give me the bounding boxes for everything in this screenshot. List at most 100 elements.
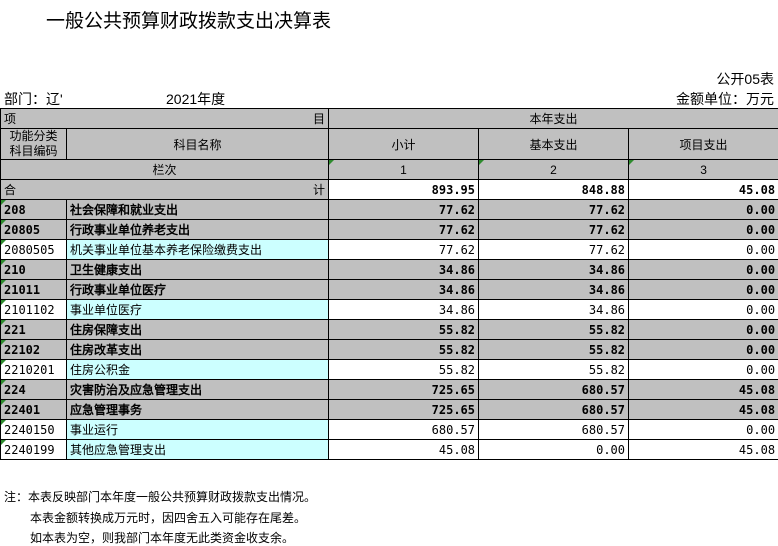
row-project: 45.08 — [629, 400, 778, 420]
header-lanci: 栏次 — [1, 160, 329, 180]
row-subtotal: 55.82 — [329, 340, 479, 360]
report-year: 2021年度 — [166, 89, 225, 109]
row-name: 事业单位医疗 — [67, 300, 329, 320]
form-code: 公开05表 — [716, 69, 774, 89]
row-code: 2210201 — [1, 360, 67, 380]
header-current-year: 本年支出 — [329, 109, 778, 129]
total-label: 合 计 — [1, 180, 329, 200]
row-subtotal: 725.65 — [329, 380, 479, 400]
table-row: 20805行政事业单位养老支出77.6277.620.00 — [1, 220, 778, 240]
row-project: 0.00 — [629, 340, 778, 360]
row-subtotal: 34.86 — [329, 260, 479, 280]
header-project: 项目支出 — [629, 129, 778, 160]
table-row: 2240199其他应急管理支出45.080.0045.08 — [1, 440, 778, 460]
row-name: 行政事业单位养老支出 — [67, 220, 329, 240]
row-project: 45.08 — [629, 440, 778, 460]
row-code: 221 — [1, 320, 67, 340]
row-subtotal: 77.62 — [329, 240, 479, 260]
expenditure-table: 项 目 本年支出 功能分类 科目编码 科目名称 小计 基本支出 项目支出 栏次 … — [0, 108, 778, 460]
table-row: 2210201住房公积金55.8255.820.00 — [1, 360, 778, 380]
row-code: 2080505 — [1, 240, 67, 260]
header-xiang: 项 — [4, 112, 16, 126]
table-row: 2080505机关事业单位基本养老保险缴费支出77.6277.620.00 — [1, 240, 778, 260]
row-project: 0.00 — [629, 320, 778, 340]
row-name: 住房改革支出 — [67, 340, 329, 360]
row-project: 0.00 — [629, 420, 778, 440]
table-row: 22401应急管理事务725.65680.5745.08 — [1, 400, 778, 420]
header-code-col: 功能分类 科目编码 — [1, 129, 67, 160]
row-basic: 77.62 — [479, 240, 629, 260]
row-basic: 55.82 — [479, 340, 629, 360]
row-basic: 77.62 — [479, 200, 629, 220]
row-project: 0.00 — [629, 300, 778, 320]
header-mu: 目 — [313, 110, 325, 127]
row-project: 0.00 — [629, 220, 778, 240]
row-name: 灾害防治及应急管理支出 — [67, 380, 329, 400]
row-project: 0.00 — [629, 360, 778, 380]
row-subtotal: 77.62 — [329, 200, 479, 220]
row-subtotal: 725.65 — [329, 400, 479, 420]
row-project: 0.00 — [629, 200, 778, 220]
department-label: 部门：辽' — [4, 89, 63, 109]
row-code: 2240150 — [1, 420, 67, 440]
total-project: 45.08 — [629, 180, 778, 200]
table-row: 210卫生健康支出34.8634.860.00 — [1, 260, 778, 280]
header-basic: 基本支出 — [479, 129, 629, 160]
row-name: 应急管理事务 — [67, 400, 329, 420]
table-row: 22102住房改革支出55.8255.820.00 — [1, 340, 778, 360]
row-subtotal: 680.57 — [329, 420, 479, 440]
row-code: 224 — [1, 380, 67, 400]
total-basic: 848.88 — [479, 180, 629, 200]
unit-label: 金额单位：万元 — [676, 89, 774, 109]
row-project: 0.00 — [629, 280, 778, 300]
row-project: 0.00 — [629, 240, 778, 260]
col-index-3: 3 — [629, 160, 778, 180]
row-code: 2101102 — [1, 300, 67, 320]
row-subtotal: 45.08 — [329, 440, 479, 460]
row-subtotal: 77.62 — [329, 220, 479, 240]
row-code: 20805 — [1, 220, 67, 240]
row-code: 22401 — [1, 400, 67, 420]
note-2: 本表金额转换成万元时，因四舍五入可能存在尾差。 — [30, 509, 306, 526]
row-code: 22102 — [1, 340, 67, 360]
table-row: 221住房保障支出55.8255.820.00 — [1, 320, 778, 340]
row-name: 住房公积金 — [67, 360, 329, 380]
row-subtotal: 55.82 — [329, 360, 479, 380]
row-basic: 34.86 — [479, 300, 629, 320]
note-1: 注：本表反映部门本年度一般公共预算财政拨款支出情况。 — [4, 488, 316, 505]
total-subtotal: 893.95 — [329, 180, 479, 200]
table-row: 2101102事业单位医疗34.8634.860.00 — [1, 300, 778, 320]
header-xiangmu: 项 目 — [1, 109, 329, 129]
row-basic: 680.57 — [479, 400, 629, 420]
row-basic: 680.57 — [479, 420, 629, 440]
header-subtotal: 小计 — [329, 129, 479, 160]
row-name: 事业运行 — [67, 420, 329, 440]
row-basic: 34.86 — [479, 280, 629, 300]
row-basic: 55.82 — [479, 320, 629, 340]
row-name: 社会保障和就业支出 — [67, 200, 329, 220]
col-index-2: 2 — [479, 160, 629, 180]
table-row: 2240150事业运行680.57680.570.00 — [1, 420, 778, 440]
row-basic: 55.82 — [479, 360, 629, 380]
row-basic: 0.00 — [479, 440, 629, 460]
row-subtotal: 34.86 — [329, 280, 479, 300]
header-name-col: 科目名称 — [67, 129, 329, 160]
row-name: 行政事业单位医疗 — [67, 280, 329, 300]
table-row: 21011行政事业单位医疗34.8634.860.00 — [1, 280, 778, 300]
col-index-1: 1 — [329, 160, 479, 180]
total-he: 合 — [4, 183, 16, 197]
table-row: 224灾害防治及应急管理支出725.65680.5745.08 — [1, 380, 778, 400]
report-title: 一般公共预算财政拨款支出决算表 — [46, 6, 331, 33]
row-project: 0.00 — [629, 260, 778, 280]
table-row: 208社会保障和就业支出77.6277.620.00 — [1, 200, 778, 220]
row-name: 住房保障支出 — [67, 320, 329, 340]
row-subtotal: 55.82 — [329, 320, 479, 340]
total-ji: 计 — [313, 181, 325, 198]
row-basic: 77.62 — [479, 220, 629, 240]
row-code: 21011 — [1, 280, 67, 300]
row-code: 210 — [1, 260, 67, 280]
row-name: 卫生健康支出 — [67, 260, 329, 280]
row-project: 45.08 — [629, 380, 778, 400]
row-code: 2240199 — [1, 440, 67, 460]
row-basic: 34.86 — [479, 260, 629, 280]
